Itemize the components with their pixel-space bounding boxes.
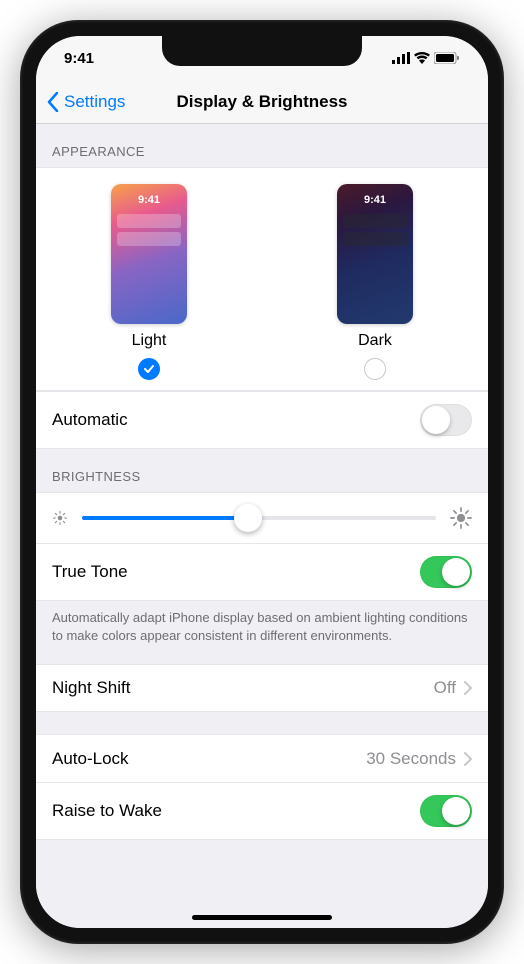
check-icon — [143, 363, 155, 375]
wifi-icon — [414, 52, 430, 64]
home-indicator[interactable] — [192, 915, 332, 920]
light-label: Light — [132, 332, 167, 350]
dark-preview: 9:41 — [337, 184, 413, 324]
preview-time-light: 9:41 — [111, 194, 187, 206]
sun-large-icon — [450, 507, 472, 529]
page-title: Display & Brightness — [177, 92, 348, 112]
night-shift-label: Night Shift — [52, 678, 130, 698]
cellular-icon — [392, 52, 410, 64]
truetone-footer: Automatically adapt iPhone display based… — [36, 601, 488, 664]
auto-lock-detail: 30 Seconds — [366, 749, 472, 769]
chevron-right-icon — [464, 752, 472, 766]
screen: 9:41 Settings Display & Brightness APPEA… — [36, 36, 488, 928]
raise-to-wake-label: Raise to Wake — [52, 801, 162, 821]
brightness-header: BRIGHTNESS — [36, 449, 488, 492]
auto-lock-cell[interactable]: Auto-Lock 30 Seconds — [36, 734, 488, 782]
brightness-slider-cell — [36, 492, 488, 543]
appearance-option-light[interactable]: 9:41 Light — [111, 184, 187, 380]
auto-lock-label: Auto-Lock — [52, 749, 129, 769]
dark-radio[interactable] — [364, 358, 386, 380]
truetone-toggle[interactable] — [420, 556, 472, 588]
status-icons — [392, 52, 460, 64]
back-button[interactable]: Settings — [46, 92, 125, 112]
brightness-fill — [82, 516, 248, 520]
device-notch — [162, 36, 362, 66]
truetone-cell[interactable]: True Tone — [36, 543, 488, 601]
dark-label: Dark — [358, 332, 392, 350]
status-time: 9:41 — [64, 50, 94, 67]
appearance-option-dark[interactable]: 9:41 Dark — [337, 184, 413, 380]
brightness-slider[interactable] — [82, 516, 436, 520]
night-shift-detail: Off — [434, 678, 472, 698]
preview-time-dark: 9:41 — [337, 194, 413, 206]
truetone-label: True Tone — [52, 562, 128, 582]
automatic-cell[interactable]: Automatic — [36, 391, 488, 449]
raise-to-wake-cell[interactable]: Raise to Wake — [36, 782, 488, 840]
light-radio[interactable] — [138, 358, 160, 380]
auto-lock-value: 30 Seconds — [366, 749, 456, 769]
brightness-knob[interactable] — [234, 504, 262, 532]
automatic-toggle[interactable] — [420, 404, 472, 436]
appearance-selector: 9:41 Light 9:41 Dark — [36, 167, 488, 391]
navigation-bar: Settings Display & Brightness — [36, 80, 488, 124]
raise-to-wake-toggle[interactable] — [420, 795, 472, 827]
content-scroll[interactable]: APPEARANCE 9:41 Light 9:41 — [36, 124, 488, 928]
night-shift-value: Off — [434, 678, 456, 698]
light-preview: 9:41 — [111, 184, 187, 324]
automatic-label: Automatic — [52, 410, 128, 430]
chevron-right-icon — [464, 681, 472, 695]
appearance-header: APPEARANCE — [36, 124, 488, 167]
chevron-left-icon — [46, 92, 60, 112]
night-shift-cell[interactable]: Night Shift Off — [36, 664, 488, 712]
battery-icon — [434, 52, 460, 64]
sun-small-icon — [52, 510, 68, 526]
device-frame: 9:41 Settings Display & Brightness APPEA… — [20, 20, 504, 944]
back-label: Settings — [64, 92, 125, 112]
